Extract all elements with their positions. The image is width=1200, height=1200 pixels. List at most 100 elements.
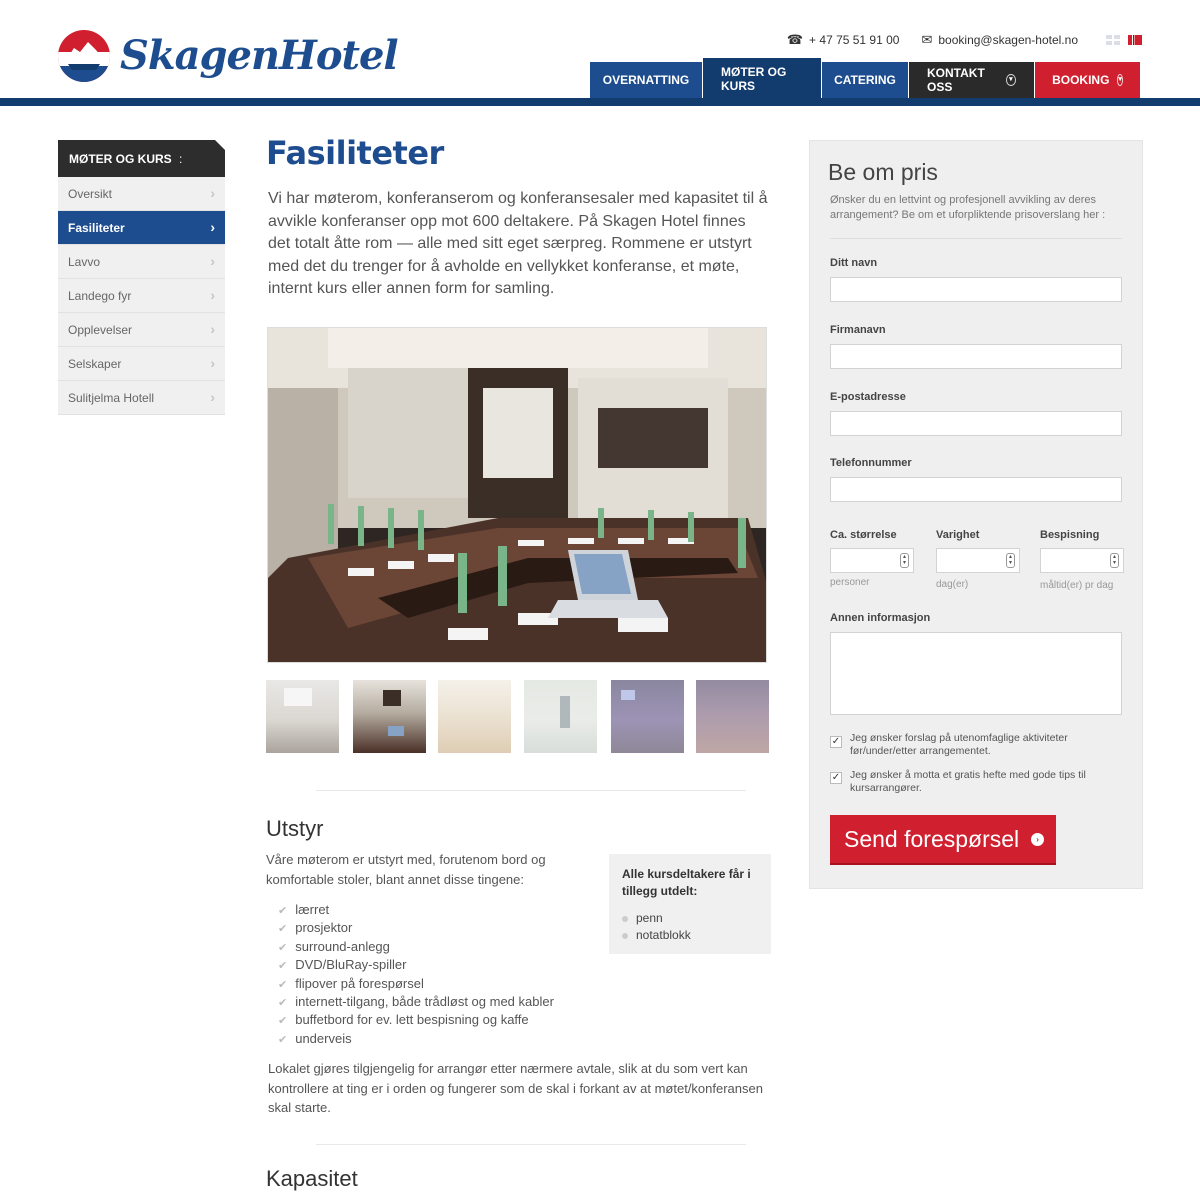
list-item: ✔ underveis bbox=[278, 1030, 352, 1046]
infobox-item: notatblokk bbox=[622, 927, 758, 944]
size-unit: personer bbox=[830, 577, 870, 588]
nav-booking[interactable]: BOOKING ▾ bbox=[1035, 62, 1140, 98]
name-field[interactable] bbox=[830, 277, 1122, 302]
list-item: ✔ internett-tilgang, både trådløst og med… bbox=[278, 993, 554, 1009]
form-title: Be om pris bbox=[828, 159, 938, 185]
chevron-down-icon: ▾ bbox=[1005, 74, 1016, 86]
check-icon: ✔ bbox=[278, 960, 288, 973]
norwegian-flag-icon[interactable] bbox=[1128, 35, 1142, 45]
infobox-item: penn bbox=[622, 910, 758, 927]
duration-stepper[interactable]: ▴ ▾ bbox=[936, 548, 1020, 573]
page-title: Fasiliteter bbox=[266, 134, 444, 172]
tips-booklet-checkbox[interactable]: ✓ bbox=[830, 772, 842, 784]
phone-field[interactable] bbox=[830, 477, 1122, 502]
sidebar-title: MØTER OG KURS : bbox=[58, 140, 225, 177]
price-request-form: Be om pris Ønsker du en lettvint og prof… bbox=[809, 140, 1143, 889]
list-item: ✔ flipover på forespørsel bbox=[278, 975, 424, 991]
check-icon: ✔ bbox=[278, 905, 288, 917]
infobox-title: Alle kursdeltakere får i tillegg utdelt: bbox=[622, 867, 751, 898]
check-icon: ✔ bbox=[278, 1015, 288, 1028]
site-header: SkagenHotel ☎ + 47 75 51 91 00 ✉ booking… bbox=[0, 0, 1200, 108]
sidebar-item-oversikt[interactable]: Oversikt › bbox=[58, 177, 225, 211]
gallery-thumb[interactable] bbox=[524, 680, 597, 753]
stepper-arrows-icon[interactable]: ▴ ▾ bbox=[900, 553, 909, 568]
stepper-arrows-icon[interactable]: ▴ ▾ bbox=[1006, 553, 1015, 568]
duration-unit: dag(er) bbox=[936, 579, 969, 590]
send-request-button[interactable]: Send forespørsel › bbox=[830, 815, 1056, 865]
sidebar-item-lavvo[interactable]: Lavvo › bbox=[58, 245, 225, 279]
chevron-right-icon: › bbox=[210, 355, 215, 371]
nav-catering[interactable]: CATERING bbox=[822, 62, 908, 98]
activities-checkbox-label: Jeg ønsker forslag på utenomfaglige akti… bbox=[850, 732, 1068, 757]
utstyr-outro: Lokalet gjøres tilgjengelig for arrangør… bbox=[268, 1061, 763, 1115]
meals-stepper[interactable]: ▴ ▾ bbox=[1040, 548, 1124, 573]
name-label: Ditt navn bbox=[830, 257, 878, 269]
list-item: ✔ DVD/BluRay-spiller bbox=[278, 957, 407, 973]
email-link[interactable]: ✉ booking@skagen-hotel.no bbox=[921, 32, 1078, 48]
nav-kontakt-oss[interactable]: KONTAKT OSS ▾ bbox=[909, 62, 1034, 98]
contact-bar: ☎ + 47 75 51 91 00 ✉ booking@skagen-hote… bbox=[765, 32, 1142, 48]
check-icon: ✔ bbox=[278, 978, 288, 991]
company-field[interactable] bbox=[830, 344, 1122, 369]
sidebar-item-sulitjelma-hotell[interactable]: Sulitjelma Hotell › bbox=[58, 381, 225, 415]
hotel-logo[interactable]: SkagenHotel bbox=[58, 30, 399, 86]
kapasitet-heading: Kapasitet bbox=[266, 1166, 358, 1191]
gallery-thumb[interactable] bbox=[266, 680, 339, 753]
sidebar-item-fasiliteter[interactable]: Fasiliteter › bbox=[58, 211, 225, 245]
sidebar-item-opplevelser[interactable]: Opplevelser › bbox=[58, 313, 225, 347]
header-divider bbox=[0, 98, 1200, 106]
intro-text: Vi har møterom, konferanserom og konfera… bbox=[268, 190, 768, 298]
chevron-right-icon: › bbox=[210, 185, 215, 201]
chevron-right-icon: › bbox=[210, 389, 215, 405]
sidebar-item-selskaper[interactable]: Selskaper › bbox=[58, 347, 225, 381]
form-description: Ønsker du en lettvint og profesjonell av… bbox=[830, 194, 1106, 221]
list-item: ✔ buffetbord for ev. lett bespisning og k… bbox=[278, 1012, 529, 1028]
utstyr-section: Utstyr Våre møterom er utstyrt med, foru… bbox=[266, 816, 771, 1048]
logo-emblem-icon bbox=[58, 30, 110, 82]
participant-infobox: Alle kursdeltakere får i tillegg utdelt:… bbox=[609, 854, 771, 954]
section-divider bbox=[316, 1144, 746, 1145]
phone-link[interactable]: ☎ + 47 75 51 91 00 bbox=[787, 32, 900, 48]
phone-label: Telefonnummer bbox=[830, 457, 912, 469]
form-divider bbox=[830, 238, 1122, 239]
english-flag-icon[interactable] bbox=[1106, 35, 1120, 45]
gallery-thumb[interactable] bbox=[438, 680, 511, 753]
tips-booklet-checkbox-label: Jeg ønsker å motta et gratis hefte med g… bbox=[850, 769, 1086, 794]
gallery-thumb[interactable] bbox=[611, 680, 684, 753]
logo-wordmark: SkagenHotel bbox=[120, 32, 399, 79]
meals-label: Bespisning bbox=[1040, 529, 1100, 541]
phone-number: + 47 75 51 91 00 bbox=[809, 33, 900, 47]
sidebar-item-landego-fyr[interactable]: Landego fyr › bbox=[58, 279, 225, 313]
other-info-textarea[interactable] bbox=[830, 632, 1122, 715]
activities-checkbox[interactable]: ✓ bbox=[830, 736, 842, 748]
section-divider bbox=[316, 790, 746, 791]
duration-label: Varighet bbox=[936, 529, 980, 541]
check-icon: ✔ bbox=[278, 923, 288, 936]
gallery-thumb[interactable] bbox=[696, 680, 769, 753]
circle-arrow-icon: › bbox=[1031, 832, 1045, 846]
sidebar: MØTER OG KURS : Oversikt › Fasiliteter › L… bbox=[58, 140, 225, 415]
chevron-down-icon: ▾ bbox=[1117, 74, 1123, 86]
chevron-right-icon: › bbox=[210, 287, 215, 303]
chevron-right-icon: › bbox=[210, 219, 215, 235]
language-switcher bbox=[1098, 35, 1142, 45]
chevron-right-icon: › bbox=[210, 321, 215, 337]
mail-icon: ✉ bbox=[921, 32, 933, 47]
email-field[interactable] bbox=[830, 411, 1122, 436]
other-info-label: Annen informasjon bbox=[830, 612, 931, 624]
main-gallery-image[interactable] bbox=[267, 327, 767, 663]
phone-icon: ☎ bbox=[786, 32, 804, 47]
stepper-arrows-icon[interactable]: ▴ ▾ bbox=[1110, 553, 1119, 568]
gallery-thumb-selected[interactable] bbox=[353, 680, 426, 753]
check-icon: ✔ bbox=[278, 941, 288, 954]
meals-unit: måltid(er) pr dag bbox=[1040, 580, 1114, 591]
email-label: E-postadresse bbox=[830, 391, 906, 403]
check-icon: ✔ bbox=[278, 1033, 288, 1046]
check-icon: ✔ bbox=[278, 996, 288, 1009]
size-stepper[interactable]: ▴ ▾ bbox=[830, 548, 914, 573]
gallery-thumbnails bbox=[266, 680, 771, 758]
nav-moter-og-kurs[interactable]: MØTER OG KURS bbox=[703, 58, 821, 98]
company-label: Firmanavn bbox=[830, 324, 886, 336]
utstyr-heading: Utstyr bbox=[266, 816, 324, 841]
nav-overnatting[interactable]: OVERNATTING bbox=[590, 62, 702, 98]
